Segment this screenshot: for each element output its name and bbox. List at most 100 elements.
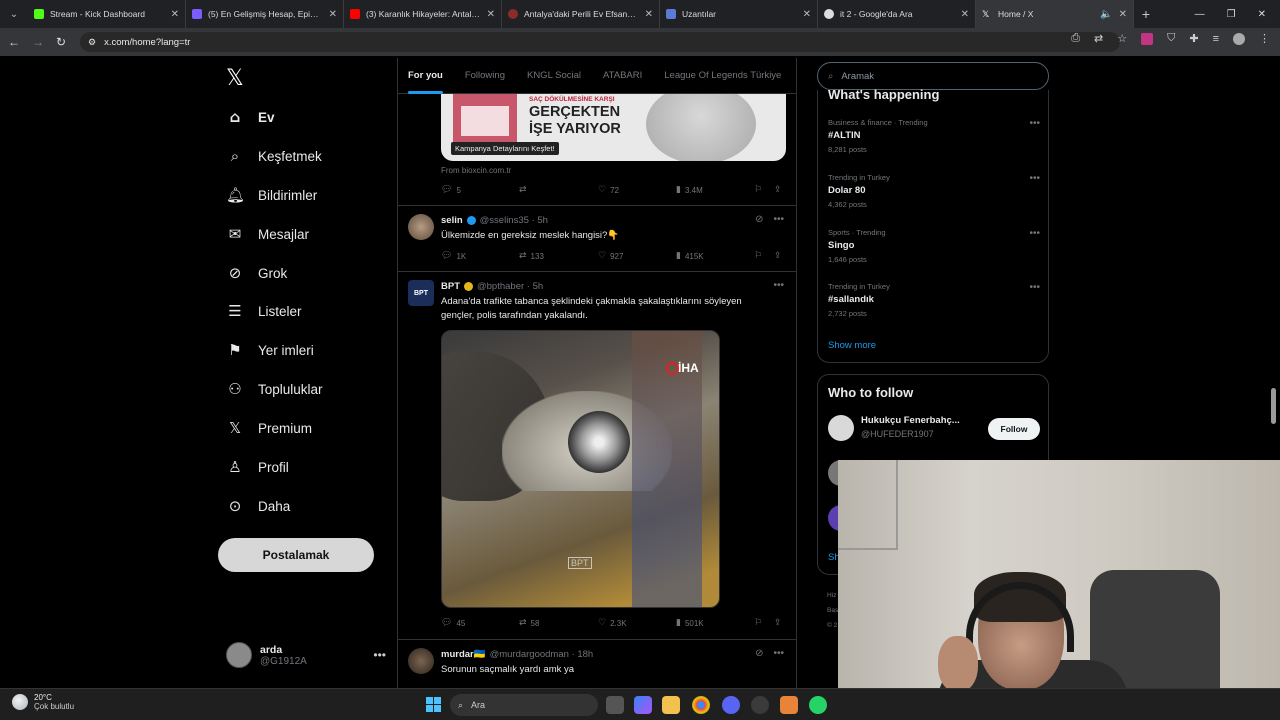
install-icon[interactable]: ⎙ (1071, 32, 1080, 45)
back-icon[interactable]: ← (8, 35, 20, 49)
browser-tab[interactable]: (3) Karanlık Hikayeler: Antalya'r ✕ (344, 0, 502, 28)
more-icon[interactable]: ••• (1029, 173, 1040, 184)
like-button[interactable]: ♡ 2.3K (598, 618, 627, 628)
x-logo-icon[interactable]: 𝕏 (226, 66, 244, 91)
views-button[interactable]: ▮ 415K (676, 251, 704, 261)
like-button[interactable]: ♡ 927 (598, 251, 623, 261)
nav-profile[interactable]: ♙ Profil (226, 458, 289, 476)
search-box[interactable]: ⌕ (817, 62, 1049, 90)
scroll-thumb[interactable] (1271, 388, 1276, 424)
grok-icon[interactable]: ⊘ (755, 648, 763, 659)
close-window-icon[interactable]: ✕ (1258, 9, 1266, 20)
discord-icon[interactable] (722, 696, 740, 714)
reply-button[interactable]: 💬︎ 1K (441, 251, 466, 261)
nav-home[interactable]: ⌂ Ev (226, 108, 275, 126)
whatsapp-icon[interactable] (809, 696, 827, 714)
follow-button[interactable]: Follow (988, 418, 1040, 440)
chrome-icon[interactable] (692, 696, 710, 714)
speaker-icon[interactable]: 🔈 (1100, 9, 1112, 20)
browser-tab[interactable]: it 2 - Google'da Ara ✕ (818, 0, 976, 28)
site-info-icon[interactable]: ⚙ (88, 37, 96, 48)
taskbar-search[interactable]: ⌕ Ara (450, 694, 598, 716)
author-name[interactable]: BPT (441, 281, 460, 292)
tab-atabari[interactable]: ATABARI (603, 70, 642, 81)
trend-item[interactable]: Sports · Trending Singo 1,646 posts ••• (828, 228, 1040, 264)
weather-widget[interactable]: 20°C Çok bulutlu (12, 693, 74, 711)
more-icon[interactable]: ••• (773, 214, 784, 225)
nav-communities[interactable]: ⚇ Topluluklar (226, 380, 322, 398)
repost-button[interactable]: ⇄ 58 (519, 618, 539, 628)
close-tab-icon[interactable]: ✕ (961, 9, 969, 20)
share-button[interactable]: ⇪ (774, 251, 782, 261)
author-handle[interactable]: @murdargoodman · 18h (490, 649, 594, 660)
footer-link[interactable]: Bas (827, 603, 838, 618)
tab-for-you[interactable]: For you (408, 70, 443, 94)
reload-icon[interactable]: ↻ (56, 35, 66, 49)
search-input[interactable] (841, 70, 1022, 82)
tweet-video[interactable]: İHA BPT (441, 330, 720, 608)
profile-avatar[interactable] (1233, 32, 1245, 45)
url-text[interactable]: x.com/home?lang=tr (104, 37, 190, 48)
browser-tab[interactable]: (5) En Gelişmiş Hesap, Epin ve İl ✕ (186, 0, 344, 28)
more-icon[interactable]: ••• (773, 648, 784, 659)
trend-item[interactable]: Trending in Turkey Dolar 80 4,362 posts … (828, 173, 1040, 209)
nav-lists[interactable]: ☰ Listeler (226, 302, 301, 320)
reply-button[interactable]: 💬︎ 45 (441, 618, 465, 628)
avatar[interactable]: BPT (408, 280, 434, 306)
puzzle-icon[interactable]: ✚ (1189, 32, 1198, 45)
restore-icon[interactable]: ❐ (1227, 9, 1236, 20)
more-icon[interactable]: ••• (773, 280, 784, 291)
bookmark-button[interactable]: ⚐ (754, 251, 762, 261)
media-icon[interactable]: ≡ (1213, 33, 1219, 45)
author-name[interactable]: murdar🇺🇦 (441, 649, 486, 660)
share-button[interactable]: ⇪ (774, 618, 782, 628)
avatar[interactable] (408, 214, 434, 240)
ad-image[interactable]: SAÇ DÖKÜLMESİNE KARŞI GERÇEKTEN İŞE YARI… (441, 94, 786, 161)
minimize-icon[interactable]: — (1195, 9, 1205, 20)
bookmark-button[interactable]: ⚐ (754, 618, 762, 628)
author-name[interactable]: selin (441, 215, 463, 226)
close-tab-icon[interactable]: ✕ (645, 9, 653, 20)
trend-item[interactable]: Trending in Turkey #sallandık 2,732 post… (828, 282, 1040, 318)
new-tab-button[interactable]: + (1134, 6, 1158, 22)
app-icon[interactable] (780, 696, 798, 714)
tab-league-of-legends[interactable]: League Of Legends Türkiye (664, 70, 781, 81)
follow-suggestion[interactable]: Hukukçu Fenerbahç... @HUFEDER1907 Follow (828, 415, 1040, 445)
close-tab-icon[interactable]: ✕ (1119, 9, 1127, 20)
more-icon[interactable]: ••• (1029, 282, 1040, 293)
shield-icon[interactable]: ⛉ (1167, 32, 1175, 45)
ad-source[interactable]: From bioxcin.com.tr (441, 166, 511, 175)
show-more-link[interactable]: Show more (828, 340, 876, 351)
menu-icon[interactable]: ⋮ (1259, 32, 1270, 45)
star-icon[interactable]: ☆ (1117, 32, 1127, 45)
account-switcher[interactable]: arda @G1912A ••• (226, 642, 386, 668)
nav-messages[interactable]: ✉ Mesajlar (226, 225, 309, 243)
task-view-icon[interactable] (606, 696, 624, 714)
author-handle[interactable]: @bpthaber · 5h (477, 281, 543, 292)
close-tab-icon[interactable]: ✕ (487, 9, 495, 20)
avatar[interactable] (408, 648, 434, 674)
tab-kngl-social[interactable]: KNGL Social (527, 70, 581, 81)
browser-tab-active[interactable]: 𝕏 Home / X 🔈 ✕ (976, 0, 1134, 28)
nav-more[interactable]: ⊙ Daha (226, 497, 291, 515)
nav-premium[interactable]: 𝕏 Premium (226, 419, 312, 437)
copilot-icon[interactable] (634, 696, 652, 714)
browser-tab[interactable]: Uzantılar ✕ (660, 0, 818, 28)
like-button[interactable]: ♡ 72 (598, 185, 619, 195)
close-tab-icon[interactable]: ✕ (803, 9, 811, 20)
browser-tab[interactable]: Antalya'daki Perili Ev Efsanesi - ✕ (502, 0, 660, 28)
translate-icon[interactable]: ⇄ (1094, 32, 1103, 45)
windows-start-icon[interactable] (426, 697, 441, 712)
nav-bookmarks[interactable]: ⚑ Yer imleri (226, 341, 314, 359)
tab-search-button[interactable]: ⌄ (0, 0, 28, 28)
trend-item[interactable]: Business & finance · Trending #ALTIN 8,2… (828, 118, 1040, 154)
tab-following[interactable]: Following (465, 70, 505, 81)
more-icon[interactable]: ••• (1029, 118, 1040, 129)
close-tab-icon[interactable]: ✕ (329, 9, 337, 20)
repost-button[interactable]: ⇄ (519, 185, 527, 195)
bookmark-button[interactable]: ⚐ (754, 185, 762, 195)
reply-button[interactable]: 💬︎ 5 (441, 185, 461, 195)
nav-explore[interactable]: ⌕ Keşfetmek (226, 147, 322, 165)
close-tab-icon[interactable]: ✕ (171, 9, 179, 20)
more-icon[interactable]: ••• (373, 648, 386, 662)
